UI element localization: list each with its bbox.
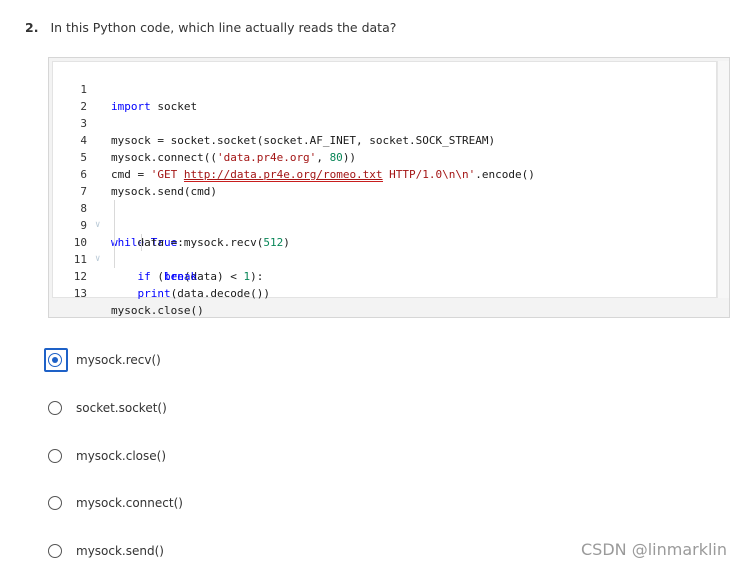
code-line: 12 print(data.decode()) <box>53 251 270 300</box>
option-label: mysock.send() <box>76 544 164 558</box>
fold-chevron-icon[interactable]: ∨ <box>95 217 100 234</box>
code-line: 11 break <box>53 234 197 283</box>
radio-button[interactable] <box>48 401 62 415</box>
code-scrollbar[interactable] <box>717 61 729 298</box>
watermark: CSDN @linmarklin <box>581 540 727 559</box>
line-number: 13 <box>73 287 87 300</box>
code-text: print(data.decode()) <box>137 287 270 300</box>
code-text: mysock.send(cmd) <box>111 185 217 198</box>
code-line: 9 data = mysock.recv(512) <box>53 200 289 249</box>
code-block: 1 import socket 2 3 mysock = socket.sock… <box>48 57 730 318</box>
code-text: mysock.connect(('data.pr4e.org', 80)) <box>111 151 357 164</box>
radio-button[interactable] <box>48 353 62 367</box>
code-line: 3 mysock = socket.socket(socket.AF_INET,… <box>53 98 495 147</box>
code-line: 10 ∨ if (len(data) < 1): <box>53 217 264 283</box>
code-line: 8 ∨ while True: <box>53 183 184 249</box>
code-editor: 1 import socket 2 3 mysock = socket.sock… <box>52 61 717 317</box>
question: 2. In this Python code, which line actua… <box>25 20 396 35</box>
option-label: mysock.recv() <box>76 353 161 367</box>
code-line: 13 mysock.close() <box>53 268 204 317</box>
indent-guide <box>114 200 115 268</box>
code-text: break <box>163 270 198 283</box>
fold-chevron-icon[interactable]: ∨ <box>95 251 100 268</box>
indent-guide <box>141 234 142 251</box>
code-line: 1 import socket <box>53 64 197 113</box>
question-number: 2. <box>25 20 39 35</box>
code-line: 4 mysock.connect(('data.pr4e.org', 80)) <box>53 115 356 164</box>
code-text: mysock.close() <box>111 304 204 317</box>
code-text: cmd = 'GET http://data.pr4e.org/romeo.tx… <box>111 168 535 182</box>
code-line: 5 cmd = 'GET http://data.pr4e.org/romeo.… <box>53 132 535 182</box>
code-line: 6 mysock.send(cmd) <box>53 149 217 198</box>
radio-button[interactable] <box>48 449 62 463</box>
code-line: 2 <box>53 81 93 113</box>
radio-button[interactable] <box>48 496 62 510</box>
code-text: mysock = socket.socket(socket.AF_INET, s… <box>111 134 496 147</box>
radio-button[interactable] <box>48 544 62 558</box>
code-text: import socket <box>111 100 198 113</box>
code-line: 7 <box>53 166 93 198</box>
option-label: mysock.close() <box>76 449 167 463</box>
code-text: data = mysock.recv(512) <box>111 236 290 249</box>
option-label: socket.socket() <box>76 401 167 415</box>
option-label: mysock.connect() <box>76 496 183 510</box>
question-text: In this Python code, which line actually… <box>50 20 397 35</box>
